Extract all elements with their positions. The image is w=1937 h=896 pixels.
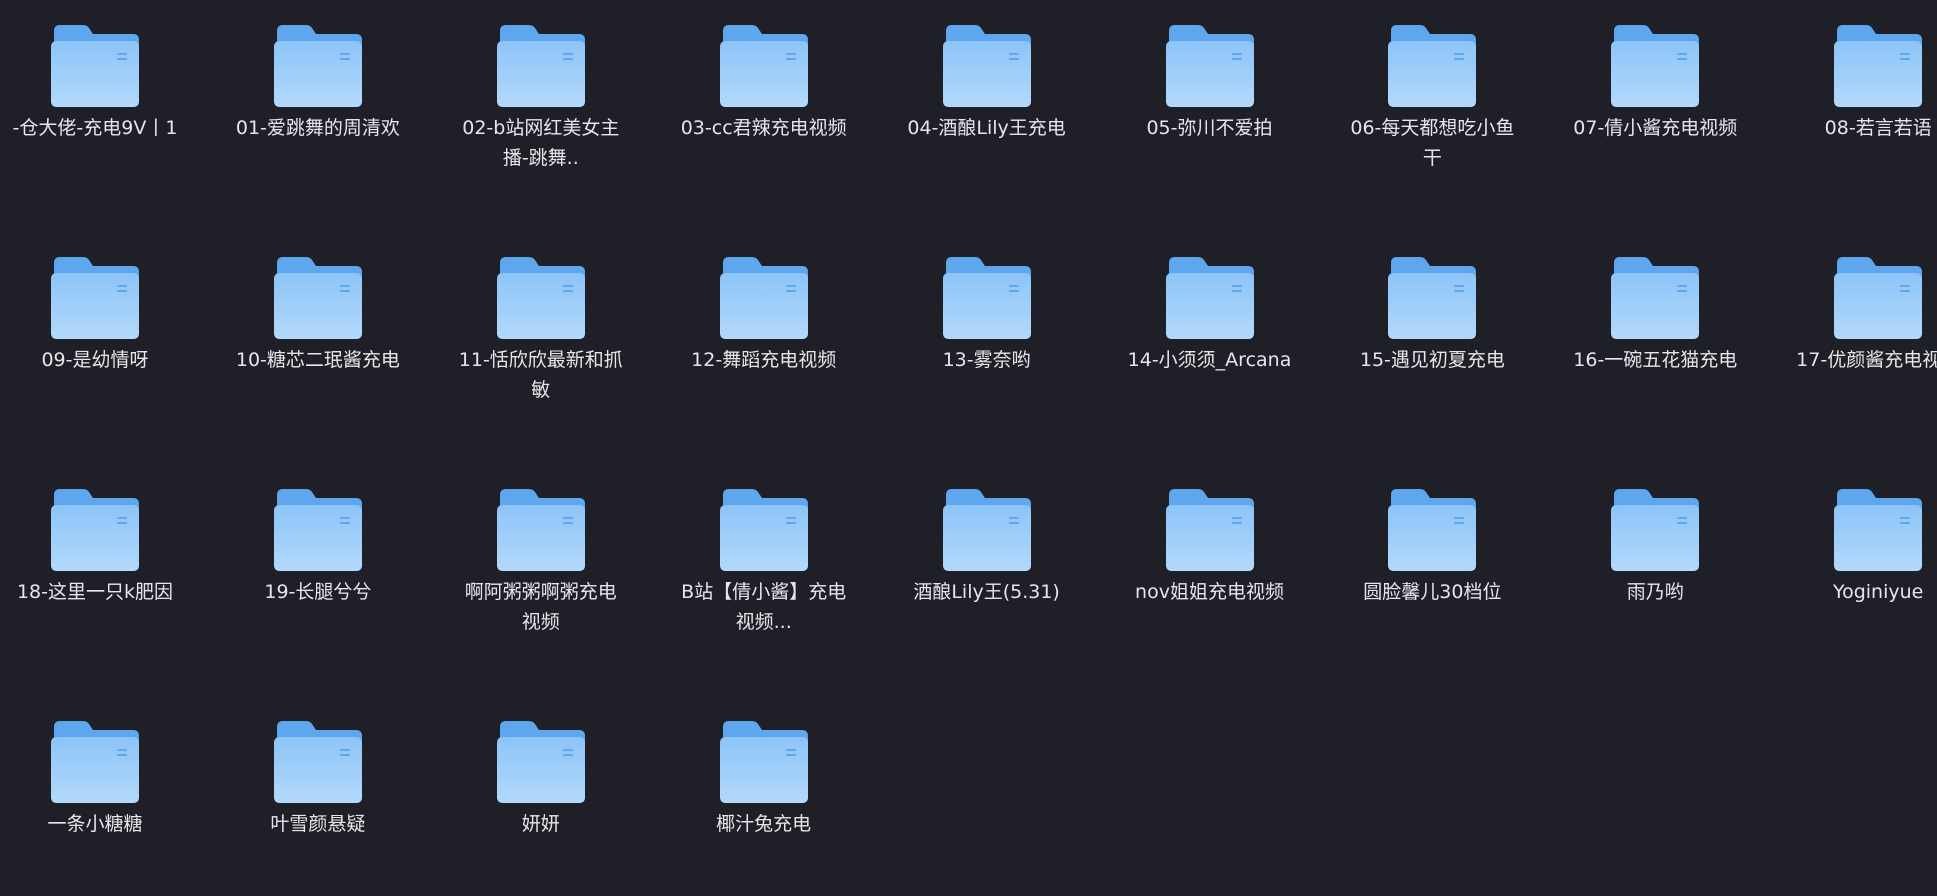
folder-icon bbox=[1611, 489, 1700, 571]
folder-name: 11-恬欣欣最新和抓敏 bbox=[458, 349, 623, 401]
folder-icon bbox=[51, 721, 139, 803]
folder-item-7[interactable]: 06-每天都想吃小鱼干 bbox=[1347, 0, 1571, 200]
folder-name: 17-优颜酱充电视频 bbox=[1796, 349, 1937, 371]
folder-item-16[interactable]: 15-遇见初夏充电 bbox=[1347, 232, 1571, 432]
folder-item-14[interactable]: 13-雾奈哟 bbox=[902, 232, 1126, 432]
folder-icon bbox=[1165, 257, 1254, 339]
folder-name: 06-每天都想吃小鱼干 bbox=[1350, 117, 1515, 169]
folder-name: 01-爱跳舞的周清欢 bbox=[235, 117, 400, 139]
folder-icon bbox=[1388, 25, 1477, 107]
folder-name: 09-是幼情呀 bbox=[41, 349, 149, 371]
folder-name: Yoginiyue bbox=[1833, 581, 1924, 603]
folder-name: 雨乃哟 bbox=[1626, 581, 1684, 603]
folder-grid: -仓大佬-充电9V丨1 01-爱跳舞的周清欢 02-b站网红美女主播-跳舞.. … bbox=[0, 0, 1937, 864]
folder-icon bbox=[1834, 489, 1923, 571]
folder-item-3[interactable]: 02-b站网红美女主播-跳舞.. bbox=[456, 0, 680, 200]
folder-name: 19-长腿兮兮 bbox=[264, 581, 372, 603]
folder-item-30[interactable]: 妍妍 bbox=[456, 696, 680, 896]
folder-item-2[interactable]: 01-爱跳舞的周清欢 bbox=[233, 0, 457, 200]
folder-name: 15-遇见初夏充电 bbox=[1359, 349, 1505, 371]
folder-icon bbox=[496, 489, 585, 571]
folder-icon bbox=[1611, 25, 1700, 107]
folder-icon bbox=[51, 25, 139, 107]
folder-name: 12-舞蹈充电视频 bbox=[691, 349, 837, 371]
folder-icon bbox=[496, 257, 585, 339]
folder-name: 08-若言若语 bbox=[1824, 117, 1932, 139]
folder-item-13[interactable]: 12-舞蹈充电视频 bbox=[679, 232, 903, 432]
folder-name: nov姐姐充电视频 bbox=[1135, 581, 1284, 603]
folder-name: 酒酿Lily王(5.31) bbox=[913, 581, 1060, 603]
folder-icon bbox=[51, 257, 139, 339]
folder-icon bbox=[719, 489, 808, 571]
folder-icon bbox=[719, 257, 808, 339]
folder-name: 啊阿粥粥啊粥充电视频 bbox=[464, 581, 617, 633]
folder-name: 一条小糖糖 bbox=[47, 813, 143, 835]
folder-item-5[interactable]: 04-酒酿Lily王充电 bbox=[902, 0, 1126, 200]
folder-item-22[interactable]: B站【倩小酱】充电视频... bbox=[679, 464, 903, 664]
folder-icon bbox=[273, 721, 362, 803]
folder-item-20[interactable]: 19-长腿兮兮 bbox=[233, 464, 457, 664]
folder-item-1[interactable]: -仓大佬-充电9V丨1 bbox=[10, 0, 234, 200]
folder-item-24[interactable]: nov姐姐充电视频 bbox=[1125, 464, 1349, 664]
folder-name: 02-b站网红美女主播-跳舞.. bbox=[462, 117, 620, 169]
folder-name: 03-cc君辣充电视频 bbox=[680, 117, 847, 139]
folder-icon bbox=[273, 25, 362, 107]
folder-name: 18-这里一只k肥因 bbox=[16, 581, 174, 603]
folder-item-4[interactable]: 03-cc君辣充电视频 bbox=[679, 0, 903, 200]
folder-icon bbox=[273, 257, 362, 339]
folder-name: 14-小须须_Arcana bbox=[1127, 349, 1292, 371]
folder-name: 叶雪颜悬疑 bbox=[270, 813, 366, 835]
folder-item-23[interactable]: 酒酿Lily王(5.31) bbox=[902, 464, 1126, 664]
folder-item-27[interactable]: Yoginiyue bbox=[1793, 464, 1937, 664]
folder-item-26[interactable]: 雨乃哟 bbox=[1570, 464, 1794, 664]
folder-item-12[interactable]: 11-恬欣欣最新和抓敏 bbox=[456, 232, 680, 432]
folder-item-18[interactable]: 17-优颜酱充电视频 bbox=[1793, 232, 1937, 432]
folder-icon bbox=[1165, 489, 1254, 571]
folder-name: 10-糖芯二珉酱充电 bbox=[235, 349, 400, 371]
folder-icon bbox=[1834, 25, 1923, 107]
folder-name: 16-一碗五花猫充电 bbox=[1573, 349, 1738, 371]
folder-icon bbox=[51, 489, 139, 571]
folder-item-11[interactable]: 10-糖芯二珉酱充电 bbox=[233, 232, 457, 432]
folder-icon bbox=[1834, 257, 1923, 339]
folder-icon bbox=[496, 721, 585, 803]
folder-icon bbox=[942, 257, 1031, 339]
folder-name: B站【倩小酱】充电视频... bbox=[681, 581, 847, 633]
folder-name: 圆脸馨儿30档位 bbox=[1363, 581, 1502, 603]
folder-item-31[interactable]: 椰汁兔充电 bbox=[679, 696, 903, 896]
folder-name: 05-弥川不爱拍 bbox=[1146, 117, 1273, 139]
folder-icon bbox=[1611, 257, 1700, 339]
folder-name: -仓大佬-充电9V丨1 bbox=[12, 117, 178, 139]
folder-icon bbox=[273, 489, 362, 571]
folder-icon bbox=[496, 25, 585, 107]
folder-icon bbox=[942, 489, 1031, 571]
folder-icon bbox=[1165, 25, 1254, 107]
folder-icon bbox=[942, 25, 1031, 107]
folder-item-21[interactable]: 啊阿粥粥啊粥充电视频 bbox=[456, 464, 680, 664]
folder-icon bbox=[719, 25, 808, 107]
folder-item-8[interactable]: 07-倩小酱充电视频 bbox=[1570, 0, 1794, 200]
folder-icon bbox=[1388, 489, 1477, 571]
folder-item-15[interactable]: 14-小须须_Arcana bbox=[1125, 232, 1349, 432]
folder-item-10[interactable]: 09-是幼情呀 bbox=[10, 232, 234, 432]
folder-item-9[interactable]: 08-若言若语 bbox=[1793, 0, 1937, 200]
folder-item-19[interactable]: 18-这里一只k肥因 bbox=[10, 464, 234, 664]
folder-icon bbox=[719, 721, 808, 803]
folder-name: 妍妍 bbox=[521, 813, 560, 835]
folder-name: 04-酒酿Lily王充电 bbox=[907, 117, 1066, 139]
folder-item-17[interactable]: 16-一碗五花猫充电 bbox=[1570, 232, 1794, 432]
folder-name: 13-雾奈哟 bbox=[942, 349, 1031, 371]
folder-name: 椰汁兔充电 bbox=[716, 813, 812, 835]
folder-name: 07-倩小酱充电视频 bbox=[1573, 117, 1738, 139]
folder-icon bbox=[1388, 257, 1477, 339]
folder-item-25[interactable]: 圆脸馨儿30档位 bbox=[1347, 464, 1571, 664]
folder-item-28[interactable]: 一条小糖糖 bbox=[10, 696, 234, 896]
folder-item-6[interactable]: 05-弥川不爱拍 bbox=[1125, 0, 1349, 200]
folder-item-29[interactable]: 叶雪颜悬疑 bbox=[233, 696, 457, 896]
